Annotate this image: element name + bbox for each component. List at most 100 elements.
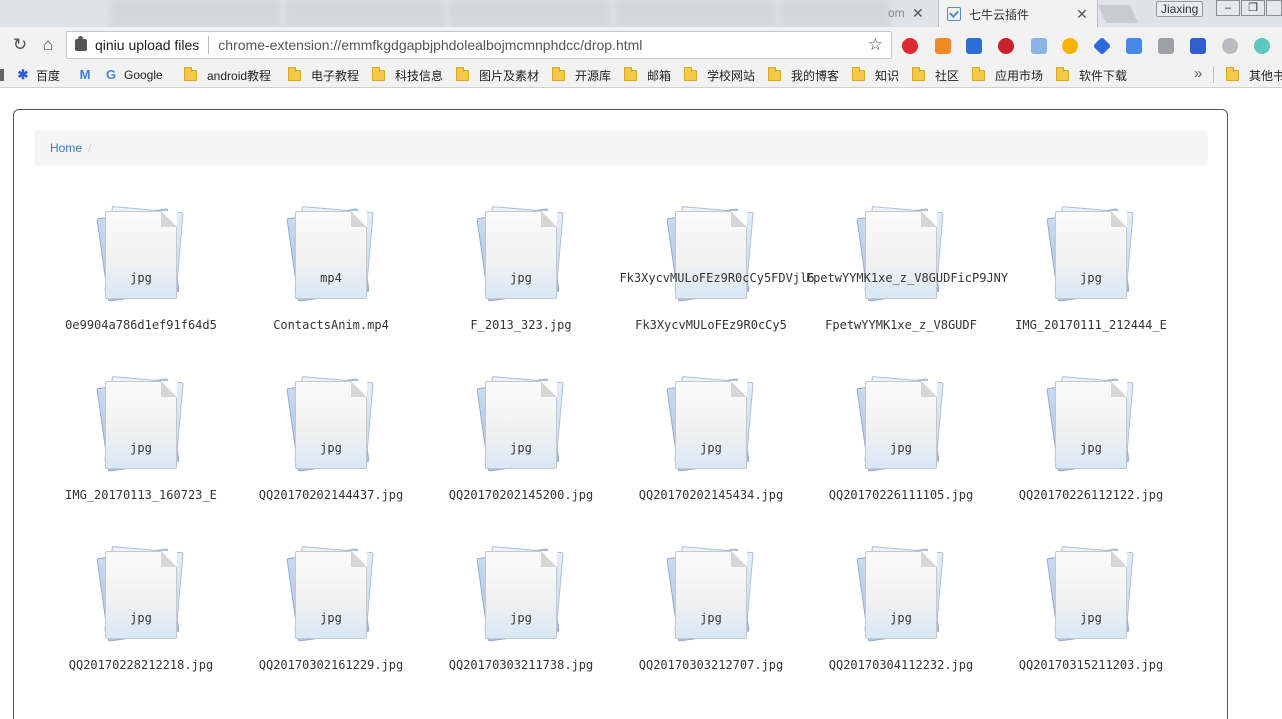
bookmark-folder-opensource[interactable]: 开源库 [552, 63, 611, 87]
bookmark-folder-school[interactable]: 学校网站 [684, 63, 755, 87]
weibo-icon[interactable] [935, 38, 951, 54]
bookmark-label: 知识 [875, 68, 900, 83]
bookmark-folder-images[interactable]: 图片及素材 [456, 63, 539, 87]
bookmark-folder-community[interactable]: 社区 [912, 63, 959, 87]
file-tile[interactable]: jpg QQ20170202144437.jpg [239, 375, 429, 525]
record-icon[interactable] [998, 38, 1014, 54]
extension-icon [75, 36, 87, 51]
file-icon: jpg [96, 375, 186, 473]
minimize-icon[interactable]: – [1216, 0, 1240, 16]
file-type-label: FpetwYYMK1xe_z_V8GUDFicP9JNY [805, 271, 1009, 285]
folder-icon [624, 66, 637, 81]
drop-panel[interactable]: Home / jpg 0e9904a786d1ef91f64d5 mp4 Contac… [13, 109, 1228, 719]
bookmark-star-icon[interactable]: ☆ [868, 35, 883, 55]
translate-icon[interactable] [1126, 38, 1142, 54]
extension-favicon-icon [947, 7, 961, 21]
tab-blurred-2[interactable] [285, 0, 445, 27]
bookmark-folder-mail[interactable]: 邮箱 [624, 63, 671, 87]
file-name: Fk3XycvMULoFEz9R0cCy5 [635, 318, 787, 332]
cloud-icon[interactable] [1222, 38, 1238, 54]
file-tile[interactable]: mp4 ContactsAnim.mp4 [239, 205, 429, 355]
opera-icon[interactable] [902, 38, 918, 54]
shield-icon[interactable] [1092, 36, 1112, 56]
file-tile[interactable]: jpg IMG_20170111_212444_E [999, 205, 1189, 355]
baidu-icon: ✱ [17, 67, 29, 82]
bookmark-folder-knowledge[interactable]: 知识 [852, 63, 899, 87]
file-tile[interactable]: jpg F_2013_323.jpg [429, 205, 619, 355]
bookmark-label: Google [124, 68, 163, 82]
breadcrumb-home[interactable]: Home [50, 141, 82, 155]
chevron-right-icon[interactable]: » [1194, 65, 1202, 82]
mail-icon[interactable] [1031, 38, 1047, 54]
bookmark-label: 我的博客 [791, 68, 840, 83]
file-tile[interactable]: jpg QQ20170228212218.jpg [49, 545, 239, 695]
tab-blurred-1[interactable] [110, 0, 280, 27]
file-tile[interactable]: jpg QQ20170315211203.jpg [999, 545, 1189, 695]
file-type-label: jpg [510, 611, 532, 625]
close-icon[interactable]: ✕ [912, 5, 924, 22]
breadcrumb-separator: / [88, 141, 92, 155]
tab-active[interactable]: 七牛云插件 ✕ [938, 0, 1098, 27]
tab-blurred-4[interactable] [615, 0, 775, 27]
bookmark-folder-blog[interactable]: 我的博客 [768, 63, 839, 87]
file-tile[interactable]: jpg QQ20170302161229.jpg [239, 545, 429, 695]
restore-icon[interactable]: ❐ [1241, 0, 1265, 16]
file-tile[interactable]: jpg QQ20170202145434.jpg [619, 375, 809, 525]
bookmark-label: 社区 [935, 68, 960, 83]
check-icon[interactable] [1062, 38, 1078, 54]
bookmark-apps-icon[interactable] [0, 63, 4, 87]
file-tile[interactable]: Fk3XycvMULoFEz9R0cCy5FDVjl6 Fk3XycvMULoFE… [619, 205, 815, 355]
file-icon: jpg [1046, 205, 1136, 303]
google-icon: G [105, 67, 117, 82]
reload-icon[interactable]: ↻ [10, 35, 30, 55]
window-icon[interactable] [1190, 38, 1206, 54]
pocket-icon[interactable] [966, 38, 982, 54]
bookmark-folder-appstore[interactable]: 应用市场 [972, 63, 1043, 87]
close-icon[interactable]: ✕ [1075, 6, 1089, 23]
tab-blurred-5[interactable] [780, 0, 890, 27]
bookmark-label: 百度 [36, 68, 61, 83]
file-name: QQ20170226111105.jpg [828, 488, 974, 502]
file-name: QQ20170202145434.jpg [638, 488, 784, 502]
folder-icon [684, 66, 697, 81]
file-type-label: jpg [510, 441, 532, 455]
bookmark-folder-android[interactable]: android教程 [184, 63, 271, 87]
bookmark-folder-other[interactable]: 其他书 [1226, 63, 1282, 87]
address-bar[interactable]: qiniu upload files chrome-extension://em… [66, 31, 892, 59]
bookmark-item-google[interactable]: G Google [104, 63, 163, 87]
bookmark-item-gmail[interactable]: M [78, 63, 98, 87]
bookmark-item-baidu[interactable]: ✱ 百度 [16, 63, 60, 87]
file-tile[interactable]: jpg QQ20170202145200.jpg [429, 375, 619, 525]
new-tab-button[interactable] [1097, 5, 1139, 23]
bookmark-folder-software[interactable]: 软件下载 [1056, 63, 1127, 87]
profile-button[interactable]: Jiaxing [1156, 1, 1204, 17]
gamepad-icon[interactable] [1158, 38, 1174, 54]
bookmark-folder-tech[interactable]: 科技信息 [372, 63, 443, 87]
folder-icon [184, 66, 197, 81]
home-icon[interactable]: ⌂ [38, 35, 58, 55]
window-close-icon[interactable] [1266, 0, 1282, 16]
bookmark-folder-ebook[interactable]: 电子教程 [288, 63, 359, 87]
file-tile[interactable]: jpg QQ20170226111105.jpg [809, 375, 999, 525]
file-name: QQ20170315211203.jpg [1018, 658, 1164, 672]
file-tile[interactable]: jpg QQ20170226112122.jpg [999, 375, 1189, 525]
file-type-label: mp4 [320, 271, 342, 285]
bookmarks-bar: ✱ 百度 M G Google android教程 电子教程 科技信息 图片及素… [0, 63, 1282, 88]
file-tile[interactable]: FpetwYYMK1xe_z_V8GUDFicP9JNY FpetwYYMK1xe… [806, 205, 1008, 355]
url-text[interactable]: chrome-extension://emmfkgdgapbjphdolealb… [218, 37, 867, 53]
file-tile[interactable]: jpg QQ20170303211738.jpg [429, 545, 619, 695]
tab-strip: om ✕ 七牛云插件 ✕ Jiaxing – ❐ [0, 0, 1282, 27]
file-tile[interactable]: jpg QQ20170303212707.jpg [619, 545, 809, 695]
file-type-label: jpg [700, 441, 722, 455]
file-tile[interactable]: jpg 0e9904a786d1ef91f64d5 [49, 205, 239, 355]
file-tile[interactable]: jpg IMG_20170113_160723_E [49, 375, 239, 525]
site-name: qiniu upload files [95, 37, 200, 53]
file-type-label: jpg [1080, 441, 1102, 455]
m-icon[interactable] [1254, 38, 1270, 54]
file-tile[interactable]: jpg QQ20170304112232.jpg [809, 545, 999, 695]
breadcrumb: Home / [34, 130, 1208, 166]
tab-blurred-3[interactable] [450, 0, 610, 27]
file-name: QQ20170302161229.jpg [258, 658, 404, 672]
file-icon: jpg [96, 545, 186, 643]
folder-icon [552, 66, 565, 81]
